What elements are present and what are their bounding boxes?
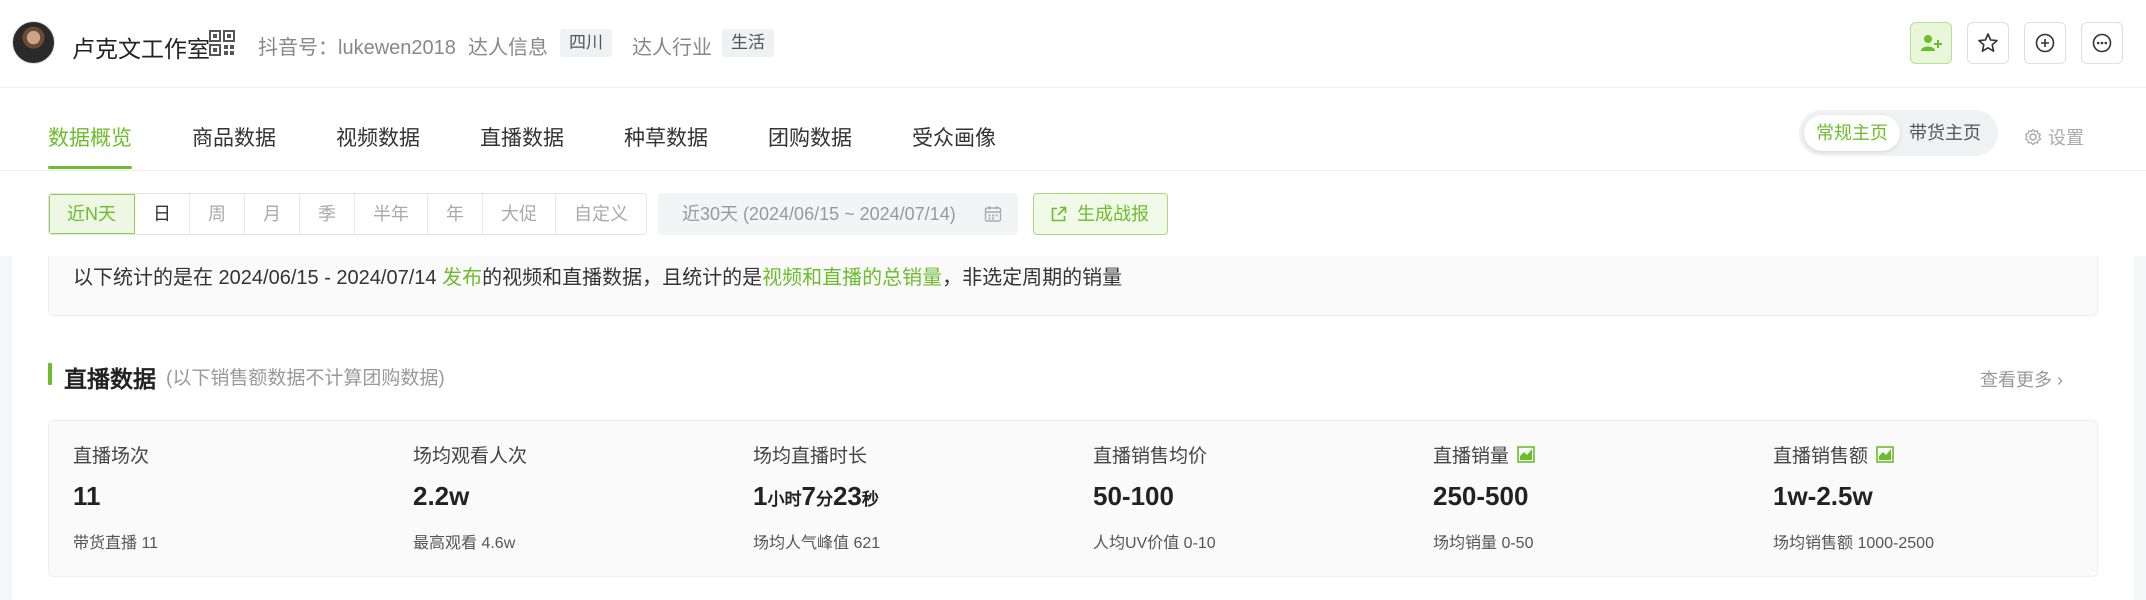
period-week[interactable]: 周 [190,194,245,234]
notice-highlight-publish: 发布 [442,267,483,289]
tab-data-overview[interactable]: 数据概览 [48,122,132,152]
period-half-year[interactable]: 半年 [355,194,428,234]
add-button[interactable] [2024,22,2066,64]
metric-live-sales-volume: 直播销量 250-500 场均销量 0-50 [1433,421,1763,578]
influencer-name: 卢克文工作室 [72,36,210,62]
tab-video-data[interactable]: 视频数据 [336,122,420,152]
plus-circle-icon [2035,33,2055,53]
profile-header: 卢克文工作室 抖音号：lukewen2018 达人信息 四川 达人行业 生活 [0,0,2146,88]
avatar[interactable] [12,21,55,64]
period-selector: 近N天 日 周 月 季 半年 年 大促 自定义 [48,193,647,235]
favorite-button[interactable] [1967,22,2009,64]
period-month[interactable]: 月 [245,194,300,234]
view-more-link[interactable]: 查看更多 › [1980,366,2063,392]
period-recent-n-days[interactable]: 近N天 [49,194,135,234]
goods-home-option[interactable]: 带货主页 [1897,115,1993,151]
section-accent-bar [48,363,52,385]
period-year[interactable]: 年 [428,194,483,234]
gear-icon [2024,128,2042,146]
external-link-icon [1051,206,1067,221]
notice-text-2: 的视频和直播数据，且统计的是 [482,267,763,289]
metric-label: 直播销售额 [1773,441,1894,468]
duration-hours-unit: 小时 [767,490,802,509]
calendar-icon [984,206,1002,222]
tab-seeding-data[interactable]: 种草数据 [624,122,708,152]
regular-home-option[interactable]: 常规主页 [1804,115,1900,151]
metric-label-text: 场均直播时长 [753,446,868,467]
metric-label-text: 直播销售额 [1773,446,1869,467]
metric-label-text: 直播场次 [73,446,150,467]
metric-value: 250-500 [1433,481,1529,511]
metric-sub: 场均人气峰值 621 [753,535,881,552]
industry-label: 达人行业 [632,37,712,59]
region-tag: 四川 [560,29,612,57]
metric-value: 1w-2.5w [1773,481,1873,511]
metric-sub: 场均销售额 1000-2500 [1773,535,1934,552]
settings-link[interactable]: 设置 [2024,124,2084,150]
qr-code-icon[interactable] [209,30,235,56]
duration-hours: 1 [753,481,768,511]
live-metrics-card: 直播场次 11 带货直播 11 场均观看人次 2.2w 最高观看 4.6w 场均… [48,420,2098,577]
more-dots-icon [2092,33,2112,53]
metric-live-sessions: 直播场次 11 带货直播 11 [73,421,403,578]
more-options-button[interactable] [2081,22,2123,64]
period-filter-bar: 近N天 日 周 月 季 半年 年 大促 自定义 近30天 (2024/06/15… [0,171,2146,256]
overview-panel: 以下统计的是在 2024/06/15 - 2024/07/14 发布的视频和直播… [12,256,2134,600]
duration-minutes: 7 [801,481,816,511]
metric-label: 直播销售均价 [1093,441,1207,468]
influencer-info-label: 达人信息 [468,37,548,59]
period-big-promo[interactable]: 大促 [483,194,556,234]
metric-value: 1小时7分23秒 [753,481,879,512]
metric-label-text: 直播销售均价 [1093,446,1208,467]
generate-report-label: 生成战报 [1077,204,1149,224]
homepage-switch: 常规主页 带货主页 [1799,110,1998,156]
metric-value: 2.2w [413,481,470,511]
metric-avg-duration: 场均直播时长 1小时7分23秒 场均人气峰值 621 [753,421,1083,578]
metric-sub: 人均UV价值 0-10 [1093,535,1216,552]
notice-text-1: 以下统计的是在 2024/06/15 - 2024/07/14 [73,267,443,289]
metric-label: 直播场次 [73,441,149,468]
metric-sub: 场均销量 0-50 [1433,535,1534,552]
period-quarter[interactable]: 季 [300,194,355,234]
duration-minutes-unit: 分 [815,490,833,509]
metric-label: 场均观看人次 [413,441,527,468]
metric-label-text: 场均观看人次 [413,446,528,467]
metric-avg-price: 直播销售均价 50-100 人均UV价值 0-10 [1093,421,1423,578]
tab-audience-profile[interactable]: 受众画像 [912,122,996,152]
metric-label: 直播销量 [1433,441,1535,468]
settings-label: 设置 [2048,128,2084,148]
metric-live-sales-amount: 直播销售额 1w-2.5w 场均销售额 1000-2500 [1773,421,2103,578]
metric-label-text: 直播销量 [1433,446,1510,467]
trend-chart-icon[interactable] [1876,446,1894,463]
main-tabs: 数据概览 商品数据 视频数据 直播数据 种草数据 团购数据 受众画像 常规主页 … [0,88,2146,171]
add-user-icon [1921,35,1942,51]
section-subtitle: (以下销售额数据不计算团购数据) [166,368,445,389]
notice-text-3: ，非选定周期的销量 [942,267,1123,289]
trend-chart-icon[interactable] [1517,446,1535,463]
metric-value: 50-100 [1093,481,1174,511]
metric-sub: 最高观看 4.6w [413,535,516,552]
period-day[interactable]: 日 [135,194,190,234]
metric-label: 场均直播时长 [753,441,867,468]
industry-tag: 生活 [722,29,774,57]
metric-avg-viewers: 场均观看人次 2.2w 最高观看 4.6w [413,421,743,578]
active-tab-indicator [48,166,132,169]
metric-value: 11 [73,481,101,511]
douyin-id: 抖音号：lukewen2018 [258,37,456,59]
metric-sub: 带货直播 11 [73,535,159,552]
duration-seconds: 23 [832,481,862,511]
tab-live-data[interactable]: 直播数据 [480,122,564,152]
date-range-picker[interactable]: 近30天 (2024/06/15 ~ 2024/07/14) [658,193,1018,235]
notice-highlight-total-sales: 视频和直播的总销量 [762,267,943,289]
tab-product-data[interactable]: 商品数据 [192,122,276,152]
star-icon [1978,33,1998,52]
period-custom[interactable]: 自定义 [556,194,646,234]
date-range-value: 近30天 (2024/06/15 ~ 2024/07/14) [682,204,956,224]
follow-button[interactable] [1910,22,1952,64]
statistics-notice: 以下统计的是在 2024/06/15 - 2024/07/14 发布的视频和直播… [48,256,2098,316]
generate-report-button[interactable]: 生成战报 [1033,193,1168,235]
tab-group-buy-data[interactable]: 团购数据 [768,122,852,152]
duration-seconds-unit: 秒 [861,490,879,509]
section-title-live-data: 直播数据 [64,366,156,392]
